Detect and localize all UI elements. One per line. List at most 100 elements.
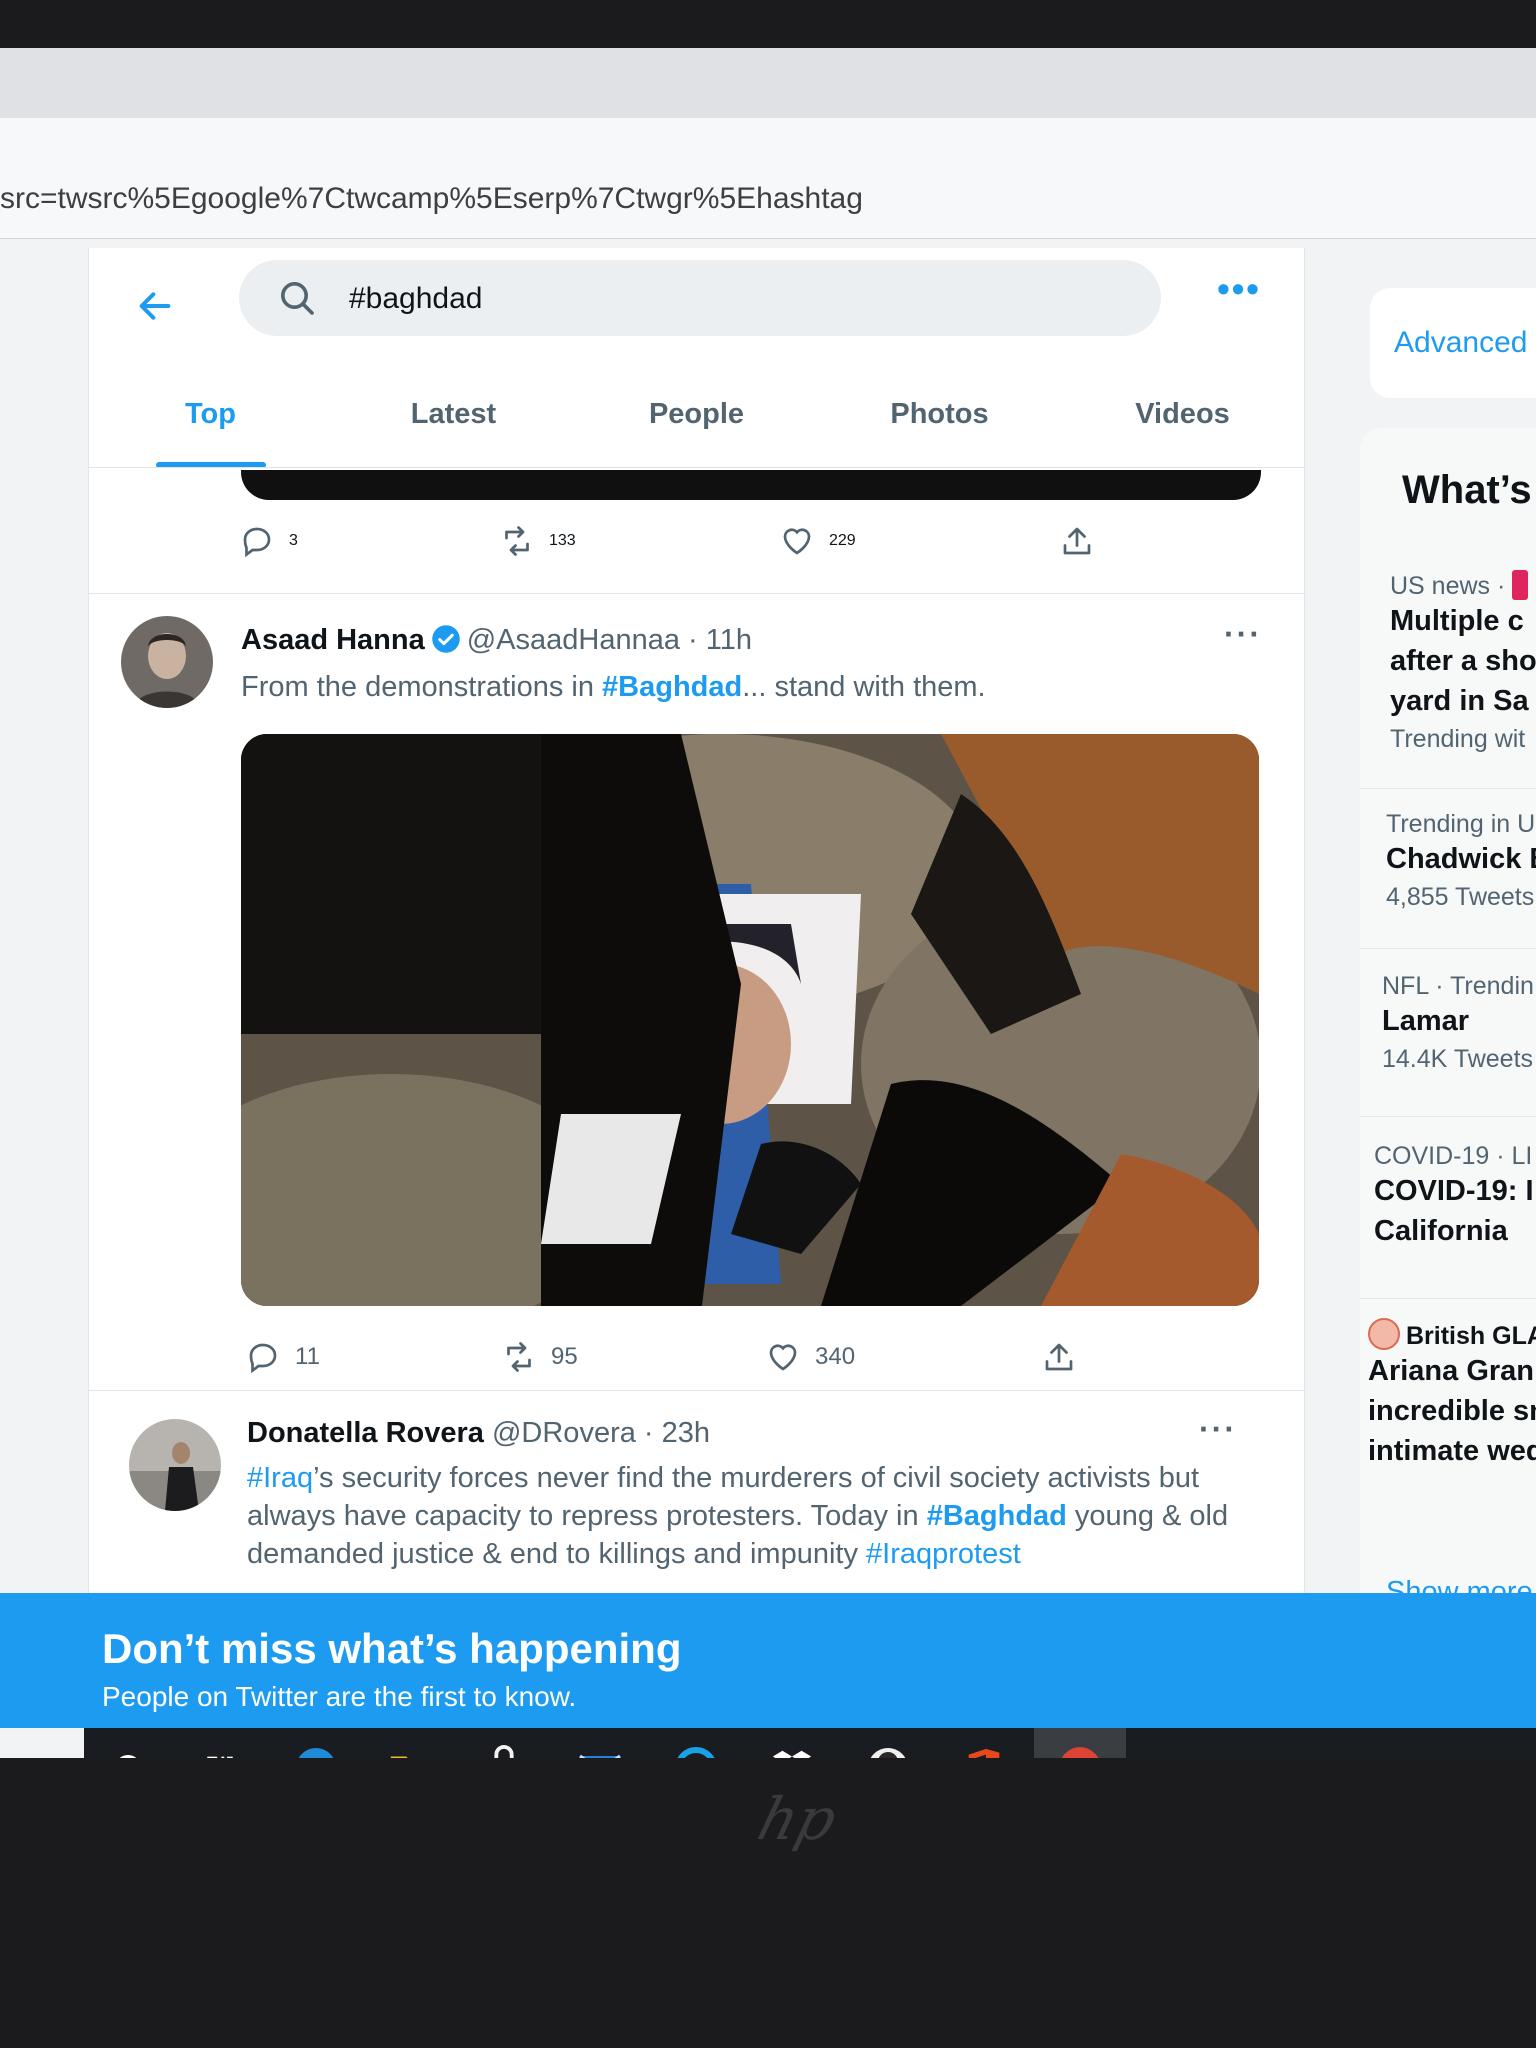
hashtag-link[interactable]: #Iraq bbox=[247, 1462, 313, 1494]
trend-title-line: California bbox=[1374, 1215, 1508, 1247]
retweet-count: 95 bbox=[551, 1343, 578, 1370]
previous-tweet-media[interactable] bbox=[241, 470, 1261, 500]
dropbox-icon[interactable] bbox=[766, 1742, 818, 1758]
browser-address-bar[interactable]: src=twsrc%5Egoogle%7Ctwcamp%5Eserp%7Ctwg… bbox=[0, 118, 1536, 239]
trend-title-line: incredible sn bbox=[1368, 1395, 1536, 1427]
heart-icon bbox=[783, 528, 811, 555]
separator-dot: · bbox=[680, 624, 706, 656]
tweet[interactable]: Asaad Hanna @AsaadHannaa · 11h ··· From t… bbox=[89, 594, 1304, 1374]
edge-icon[interactable] bbox=[290, 1742, 342, 1758]
header-divider bbox=[89, 467, 1304, 468]
trend-item[interactable]: COVID-19 · LI COVID-19: I California bbox=[1374, 1142, 1534, 1251]
tab-photos[interactable]: Photos bbox=[818, 360, 1061, 468]
hashtag-link[interactable]: #Iraqprotest bbox=[866, 1538, 1021, 1570]
share-icon bbox=[1063, 527, 1091, 555]
trend-title: Lamar bbox=[1382, 1005, 1470, 1037]
trend-meta: COVID-19 · LI bbox=[1374, 1142, 1533, 1170]
url-text[interactable]: src=twsrc%5Egoogle%7Ctwcamp%5Eserp%7Ctwg… bbox=[0, 182, 863, 216]
hp-logo: hp bbox=[751, 1785, 844, 1853]
main-column: #baghdad ••• Top Latest People Photos Vi… bbox=[88, 248, 1305, 1628]
trend-item[interactable]: NFL · Trendin Lamar 14.4K Tweets bbox=[1382, 972, 1534, 1074]
trend-title-line: yard in Sa bbox=[1390, 685, 1529, 717]
trend-count: Trending wit bbox=[1390, 725, 1526, 753]
trend-divider bbox=[1360, 788, 1536, 789]
tweet-header: Asaad Hanna @AsaadHannaa · 11h bbox=[241, 624, 752, 657]
search-input[interactable]: #baghdad bbox=[239, 260, 1161, 336]
trend-item[interactable]: Trending in U Chadwick B 4,855 Tweets bbox=[1386, 810, 1536, 912]
retweet-button[interactable]: 133 bbox=[499, 523, 576, 559]
tweet-more-icon[interactable]: ··· bbox=[1199, 1411, 1237, 1448]
trend-title: Ariana Gran incredible sn intimate wed bbox=[1368, 1351, 1536, 1471]
trend-divider bbox=[1360, 1116, 1536, 1117]
heart-icon bbox=[769, 1344, 797, 1371]
tweet-text-part: ... stand with them. bbox=[742, 671, 986, 703]
trend-count: 14.4K Tweets bbox=[1382, 1045, 1534, 1073]
hashtag-link[interactable]: #Baghdad bbox=[927, 1500, 1067, 1532]
tweet-more-icon[interactable]: ··· bbox=[1224, 616, 1262, 653]
like-button[interactable]: 229 bbox=[779, 523, 856, 559]
share-button[interactable] bbox=[1059, 523, 1095, 559]
chrome-icon[interactable] bbox=[1034, 1728, 1126, 1758]
task-view-icon[interactable] bbox=[194, 1742, 246, 1758]
tab-people[interactable]: People bbox=[575, 360, 818, 468]
trend-title-line: Ariana Gran bbox=[1368, 1355, 1534, 1387]
office-icon[interactable] bbox=[958, 1742, 1010, 1758]
more-options-icon[interactable]: ••• bbox=[1209, 271, 1269, 314]
like-button[interactable]: 340 bbox=[765, 1339, 855, 1375]
hashtag-link[interactable]: #Baghdad bbox=[602, 671, 742, 703]
tab-latest[interactable]: Latest bbox=[332, 360, 575, 468]
tab-videos[interactable]: Videos bbox=[1061, 360, 1304, 468]
trend-divider bbox=[1360, 1298, 1536, 1299]
cortana-icon[interactable] bbox=[670, 1742, 722, 1758]
tweet-photo[interactable] bbox=[241, 734, 1259, 1306]
taskbar-start-area bbox=[0, 1728, 84, 1758]
reply-icon bbox=[243, 527, 271, 558]
browser-tabstrip bbox=[0, 48, 1536, 118]
mail-icon[interactable] bbox=[574, 1742, 626, 1758]
tweet-text-part: From the demonstrations in bbox=[241, 671, 603, 703]
reply-icon bbox=[249, 1343, 277, 1374]
like-count: 340 bbox=[815, 1343, 856, 1370]
trend-title-line: after a sho bbox=[1390, 645, 1536, 677]
trend-item[interactable]: US news · Multiple c after a sho yard in… bbox=[1390, 570, 1536, 754]
tab-top[interactable]: Top bbox=[89, 360, 332, 468]
retweet-count: 133 bbox=[549, 532, 576, 549]
windows-taskbar bbox=[0, 1728, 1536, 1758]
search-icon bbox=[281, 282, 314, 315]
avatar[interactable] bbox=[129, 1419, 221, 1511]
trend-meta: Trending in U bbox=[1386, 810, 1536, 838]
trend-meta-text: US news · bbox=[1390, 572, 1506, 600]
advanced-search-link[interactable]: Advanced bbox=[1394, 326, 1527, 360]
tweet-time[interactable]: 11h bbox=[706, 624, 752, 656]
avatar[interactable] bbox=[121, 616, 213, 708]
screen: src=twsrc%5Egoogle%7Ctwcamp%5Eserp%7Ctwg… bbox=[0, 48, 1536, 1758]
reply-count: 3 bbox=[289, 532, 298, 549]
cortana-circle-icon[interactable] bbox=[102, 1742, 154, 1758]
banner-subtitle: People on Twitter are the first to know. bbox=[102, 1681, 577, 1712]
reply-button[interactable]: 11 bbox=[245, 1339, 320, 1375]
store-icon[interactable] bbox=[478, 1742, 530, 1758]
trend-meta: British GLA bbox=[1368, 1318, 1536, 1351]
trend-divider bbox=[1360, 948, 1536, 949]
trend-title: Chadwick B bbox=[1386, 843, 1536, 875]
tweet-time[interactable]: 23h bbox=[662, 1417, 710, 1449]
unknown-app-icon[interactable] bbox=[862, 1742, 914, 1758]
author-name[interactable]: Donatella Rovera bbox=[247, 1417, 484, 1449]
promoted-emoji-icon bbox=[1368, 1318, 1400, 1350]
retweet-button[interactable]: 95 bbox=[501, 1339, 578, 1375]
trend-title: Multiple c after a sho yard in Sa bbox=[1390, 601, 1536, 721]
trend-title-line: COVID-19: I bbox=[1374, 1175, 1534, 1207]
search-value[interactable]: #baghdad bbox=[349, 282, 482, 316]
author-handle[interactable]: @DRovera bbox=[492, 1417, 636, 1449]
share-button[interactable] bbox=[1041, 1339, 1077, 1375]
trends-title: What’s bbox=[1402, 468, 1532, 512]
banner-title: Don’t miss what’s happening bbox=[102, 1625, 682, 1672]
author-name[interactable]: Asaad Hanna bbox=[241, 624, 425, 656]
trend-item[interactable]: British GLA Ariana Gran incredible sn in… bbox=[1368, 1318, 1536, 1471]
reply-button[interactable]: 3 bbox=[239, 523, 298, 559]
reply-count: 11 bbox=[295, 1343, 320, 1370]
trend-meta: US news · bbox=[1390, 570, 1536, 601]
author-handle[interactable]: @AsaadHannaa bbox=[467, 624, 680, 656]
file-explorer-icon[interactable] bbox=[384, 1742, 436, 1758]
back-arrow-icon[interactable] bbox=[125, 276, 185, 336]
